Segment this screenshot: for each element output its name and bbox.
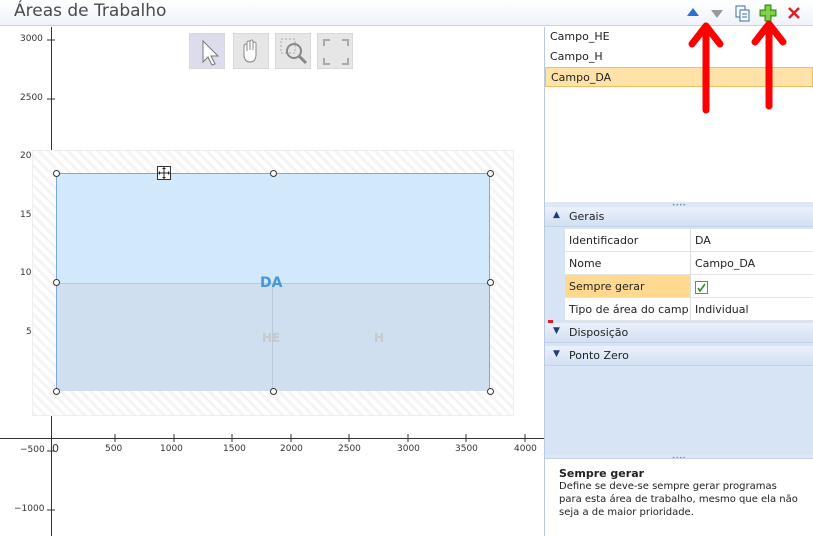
- property-row-selected[interactable]: Sempre gerar: [565, 275, 813, 298]
- check-icon: [697, 283, 706, 293]
- chevron-down-icon: ▼: [553, 349, 560, 359]
- section-ponto-zero[interactable]: ▼ Ponto Zero: [545, 346, 813, 366]
- sempre-gerar-checkbox[interactable]: [695, 281, 708, 294]
- area-he-label: HE: [262, 331, 281, 345]
- description-text: Define se deve-se sempre gerar programas…: [559, 481, 798, 518]
- resize-handle[interactable]: [53, 279, 60, 286]
- resize-handle[interactable]: [53, 388, 60, 395]
- annotation-arrow-up-icon: [751, 20, 787, 110]
- splitter-grip[interactable]: ••••: [545, 202, 813, 209]
- resize-handle[interactable]: [487, 279, 494, 286]
- window-title: Áreas de Trabalho: [14, 1, 167, 21]
- annotation-arrow-up-icon: [688, 22, 724, 114]
- resize-handle[interactable]: [270, 388, 277, 395]
- section-disposicao-label: Disposição: [569, 326, 629, 339]
- resize-handle[interactable]: [487, 170, 494, 177]
- property-name: Tipo de área do camp...: [569, 303, 689, 316]
- canvas-area[interactable]: 3000 2500 2000 1500 1000 500 0 −500 −100…: [0, 27, 544, 536]
- property-value[interactable]: DA: [690, 229, 813, 251]
- property-name: Identificador: [569, 234, 639, 247]
- description-panel: Sempre gerar Define se deve-se sempre ge…: [545, 458, 813, 536]
- property-value[interactable]: [690, 275, 813, 297]
- chevron-down-icon: ▼: [553, 326, 560, 336]
- property-value[interactable]: Individual: [690, 298, 813, 320]
- area-da-label: DA: [260, 275, 283, 291]
- property-row[interactable]: Nome Campo_DA: [565, 252, 813, 275]
- marker: [548, 320, 553, 323]
- property-value[interactable]: Campo_DA: [690, 252, 813, 274]
- section-gerais[interactable]: ▲ Gerais: [545, 207, 813, 227]
- section-ponto-zero-label: Ponto Zero: [569, 349, 629, 362]
- resize-handle[interactable]: [270, 170, 277, 177]
- area-h-label: H: [374, 331, 385, 345]
- property-name: Sempre gerar: [569, 280, 645, 293]
- property-grid: ▲ Gerais Identificador DA Nome Campo_DA …: [545, 207, 813, 455]
- property-row[interactable]: Identificador DA: [565, 229, 813, 252]
- section-gerais-label: Gerais: [569, 210, 605, 223]
- area-he[interactable]: [57, 283, 273, 391]
- property-row[interactable]: Tipo de área do camp... Individual: [565, 298, 813, 321]
- chevron-up-icon: ▲: [553, 210, 560, 220]
- description-title: Sempre gerar: [559, 467, 645, 480]
- move-icon[interactable]: [157, 166, 171, 180]
- resize-handle[interactable]: [487, 388, 494, 395]
- property-name: Nome: [569, 257, 602, 270]
- resize-handle[interactable]: [53, 170, 60, 177]
- section-disposicao[interactable]: ▼ Disposição: [545, 323, 813, 343]
